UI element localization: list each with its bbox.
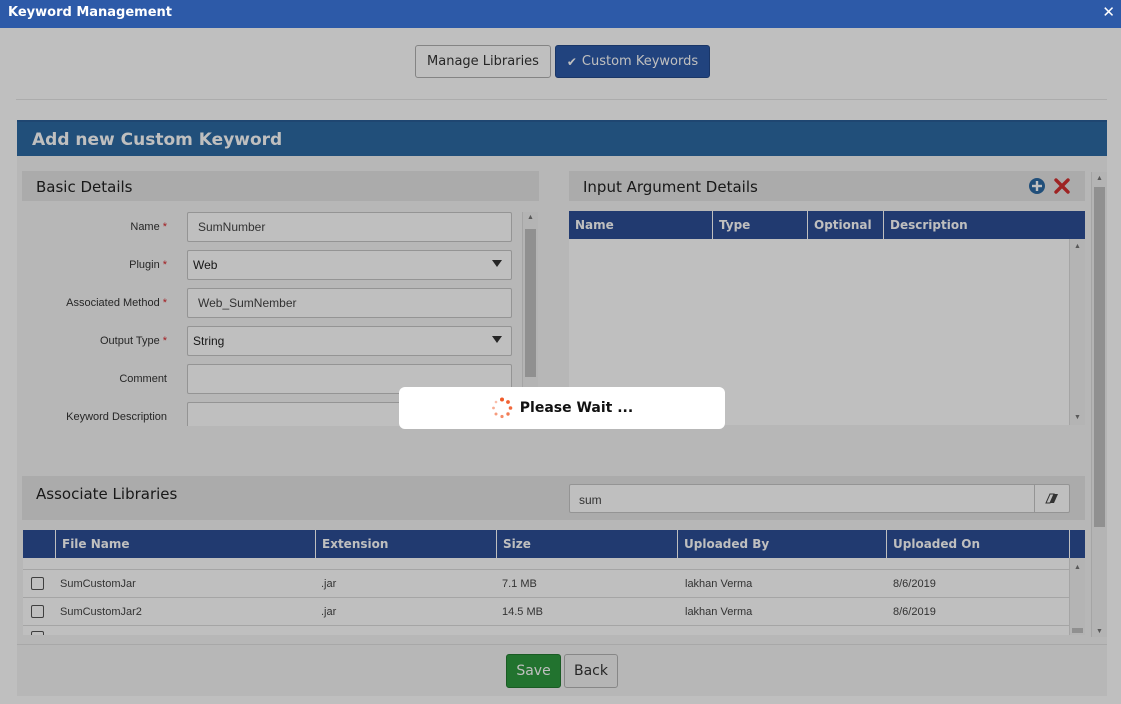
please-wait-dialog: Please Wait ...: [399, 387, 725, 429]
close-icon[interactable]: ✕: [1102, 3, 1115, 21]
spinner-icon: [491, 397, 513, 419]
title-bar: Keyword Management ✕: [0, 0, 1121, 28]
loading-overlay: [0, 28, 1121, 704]
please-wait-text: Please Wait ...: [519, 400, 634, 416]
window-title: Keyword Management: [8, 5, 173, 20]
keyword-management-window: Keyword Management ✕ Manage Libraries ✔ …: [0, 0, 1121, 704]
